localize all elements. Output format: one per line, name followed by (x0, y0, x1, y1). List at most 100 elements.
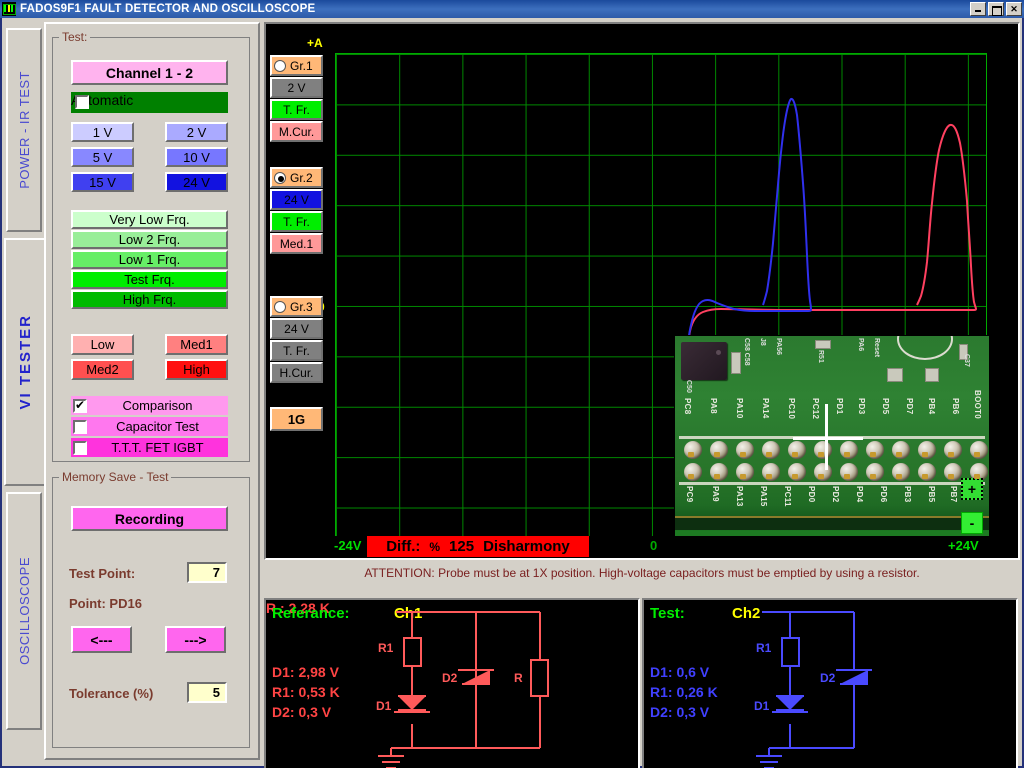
current-button-low[interactable]: Low (71, 334, 134, 355)
frequency-button-low1[interactable]: Low 1 Frq. (71, 250, 228, 269)
pcb-pin-label-top: PC12 (811, 398, 820, 420)
capacitor-test-checkbox-row[interactable]: Capacitor Test (71, 417, 228, 436)
gain-button-1g[interactable]: 1G (270, 407, 323, 431)
group-2-radio-icon[interactable] (274, 171, 286, 184)
pcb-silkscreen-line (679, 482, 985, 485)
pcb-label-pa6: PA6 (857, 338, 864, 352)
tolerance-label: Tolerance (%) (69, 686, 154, 701)
group-1-frequency[interactable]: T. Fr. (270, 99, 323, 120)
automatic-checkbox[interactable] (75, 95, 89, 109)
pcb-pin-label-bottom: PA15 (759, 486, 768, 507)
scope-display: +A 0 -A Gr.1 2 V T. Fr. M.Cur. Gr.2 24 V (264, 22, 1020, 560)
zoom-in-button[interactable]: + (961, 478, 983, 500)
current-button-high[interactable]: High (165, 359, 228, 380)
pcb-pin-label-bottom: PB7 (949, 486, 958, 503)
pcb-pad (707, 440, 733, 460)
pcb-photo-view[interactable]: C50 C58 C58 J8 PA56 R51 PA6 Reset C37 PC… (674, 335, 990, 554)
group-3-voltage[interactable]: 24 V (270, 318, 323, 339)
voltage-button-24v[interactable]: 24 V (165, 172, 228, 192)
window-controls: ✕ (970, 2, 1022, 16)
capacitor-test-checkbox[interactable] (73, 419, 87, 434)
pcb-pin-label-bottom: PA9 (711, 486, 720, 502)
comparison-checkbox-row[interactable]: Comparison (71, 396, 228, 415)
voltage-button-1v[interactable]: 1 V (71, 122, 134, 142)
pcb-pin-label-top: PC10 (787, 398, 796, 420)
pcb-pin-label-top: PD5 (881, 398, 890, 415)
ref-component-d2: D2 (442, 671, 458, 685)
voltage-button-2v[interactable]: 2 V (165, 122, 228, 142)
capacitor-test-label: Capacitor Test (116, 419, 199, 434)
recording-button[interactable]: Recording (71, 506, 228, 531)
group-2-radio-row[interactable]: Gr.2 (270, 167, 323, 188)
pcb-pad (967, 440, 989, 460)
frequency-button-very-low[interactable]: Very Low Frq. (71, 210, 228, 229)
automatic-toggle[interactable]: Automatic (71, 92, 228, 113)
group-3-radio-icon[interactable] (274, 300, 286, 313)
pcb-pin-label-bottom: PC9 (685, 486, 694, 503)
pcb-pad-row-top (681, 440, 989, 460)
diff-percent-sign: % (429, 539, 441, 554)
close-icon[interactable]: ✕ (1006, 2, 1022, 16)
ref-component-d1: D1 (376, 699, 392, 713)
test-component-d2: D2 (820, 671, 836, 685)
zoom-out-button[interactable]: - (961, 512, 983, 534)
group-2-frequency[interactable]: T. Fr. (270, 211, 323, 232)
next-point-button[interactable]: ---> (165, 626, 226, 653)
scale-label-min: -24V (334, 538, 362, 553)
frequency-button-test[interactable]: Test Frq. (71, 270, 228, 289)
voltage-button-5v[interactable]: 5 V (71, 147, 134, 167)
voltage-button-10v[interactable]: 10 V (165, 147, 228, 167)
difference-status-bar: Diff.: % 125 Disharmony (367, 536, 589, 557)
pcb-label-r51: R51 (817, 350, 824, 363)
pcb-pin-label-top: PD3 (857, 398, 866, 415)
axis-label-positive-current: +A (307, 36, 323, 50)
pcb-pad (681, 440, 707, 460)
minimize-button[interactable] (970, 2, 986, 16)
pcb-label-reset: Reset (873, 338, 880, 358)
pcb-label-c50: C50 (685, 380, 692, 393)
previous-point-button[interactable]: <--- (71, 626, 132, 653)
pcb-pad (811, 462, 837, 482)
maximize-button[interactable] (988, 2, 1004, 16)
ttt-fet-igbt-checkbox[interactable] (73, 440, 87, 455)
pcb-smd-component (887, 368, 903, 382)
pcb-chip (681, 342, 727, 380)
test-group-legend: Test: (62, 30, 88, 44)
pcb-pin-label-top: PB4 (927, 398, 936, 415)
diff-status: Disharmony (483, 538, 570, 555)
group-1-label: Gr.1 (290, 58, 313, 73)
group-2-current[interactable]: Med.1 (270, 233, 323, 254)
group-3-frequency[interactable]: T. Fr. (270, 340, 323, 361)
frequency-button-high[interactable]: High Frq. (71, 290, 228, 309)
voltage-button-15v[interactable]: 15 V (71, 172, 134, 192)
test-point-input[interactable]: 7 (187, 562, 227, 583)
group-1-radio-icon[interactable] (274, 59, 286, 72)
comparison-checkbox[interactable] (73, 398, 87, 413)
test-schematic: R1 D1 D2 (754, 611, 872, 768)
group-3-radio-row[interactable]: Gr.3 (270, 296, 323, 317)
pcb-pad (863, 462, 889, 482)
test-component-d1: D1 (754, 699, 770, 713)
current-button-med2[interactable]: Med2 (71, 359, 134, 380)
reference-schematic: R1 D1 D2 R (376, 611, 549, 768)
tab-vi-tester-label: VI TESTER (16, 314, 34, 410)
group-2-voltage[interactable]: 24 V (270, 189, 323, 210)
tab-oscilloscope[interactable]: OSCILLOSCOPE (6, 492, 42, 730)
pcb-pad (733, 440, 759, 460)
tab-power-ir-test[interactable]: POWER - IR TEST (6, 28, 42, 232)
pcb-smd-component (731, 352, 741, 374)
pcb-pad (759, 440, 785, 460)
current-button-med1[interactable]: Med1 (165, 334, 228, 355)
tab-vi-tester[interactable]: VI TESTER (4, 238, 46, 486)
group-1-current[interactable]: M.Cur. (270, 121, 323, 142)
group-1-voltage[interactable]: 2 V (270, 77, 323, 98)
frequency-button-low2[interactable]: Low 2 Frq. (71, 230, 228, 249)
ttt-fet-igbt-checkbox-row[interactable]: T.T.T. FET IGBT (71, 438, 228, 457)
group-2-label: Gr.2 (290, 170, 313, 185)
group-2-panel: Gr.2 24 V T. Fr. Med.1 (270, 167, 323, 255)
channel-select-button[interactable]: Channel 1 - 2 (71, 60, 228, 85)
group-1-radio-row[interactable]: Gr.1 (270, 55, 323, 76)
pcb-pin-label-bottom: PD0 (807, 486, 816, 503)
tolerance-input[interactable]: 5 (187, 682, 227, 703)
group-3-current[interactable]: H.Cur. (270, 362, 323, 383)
